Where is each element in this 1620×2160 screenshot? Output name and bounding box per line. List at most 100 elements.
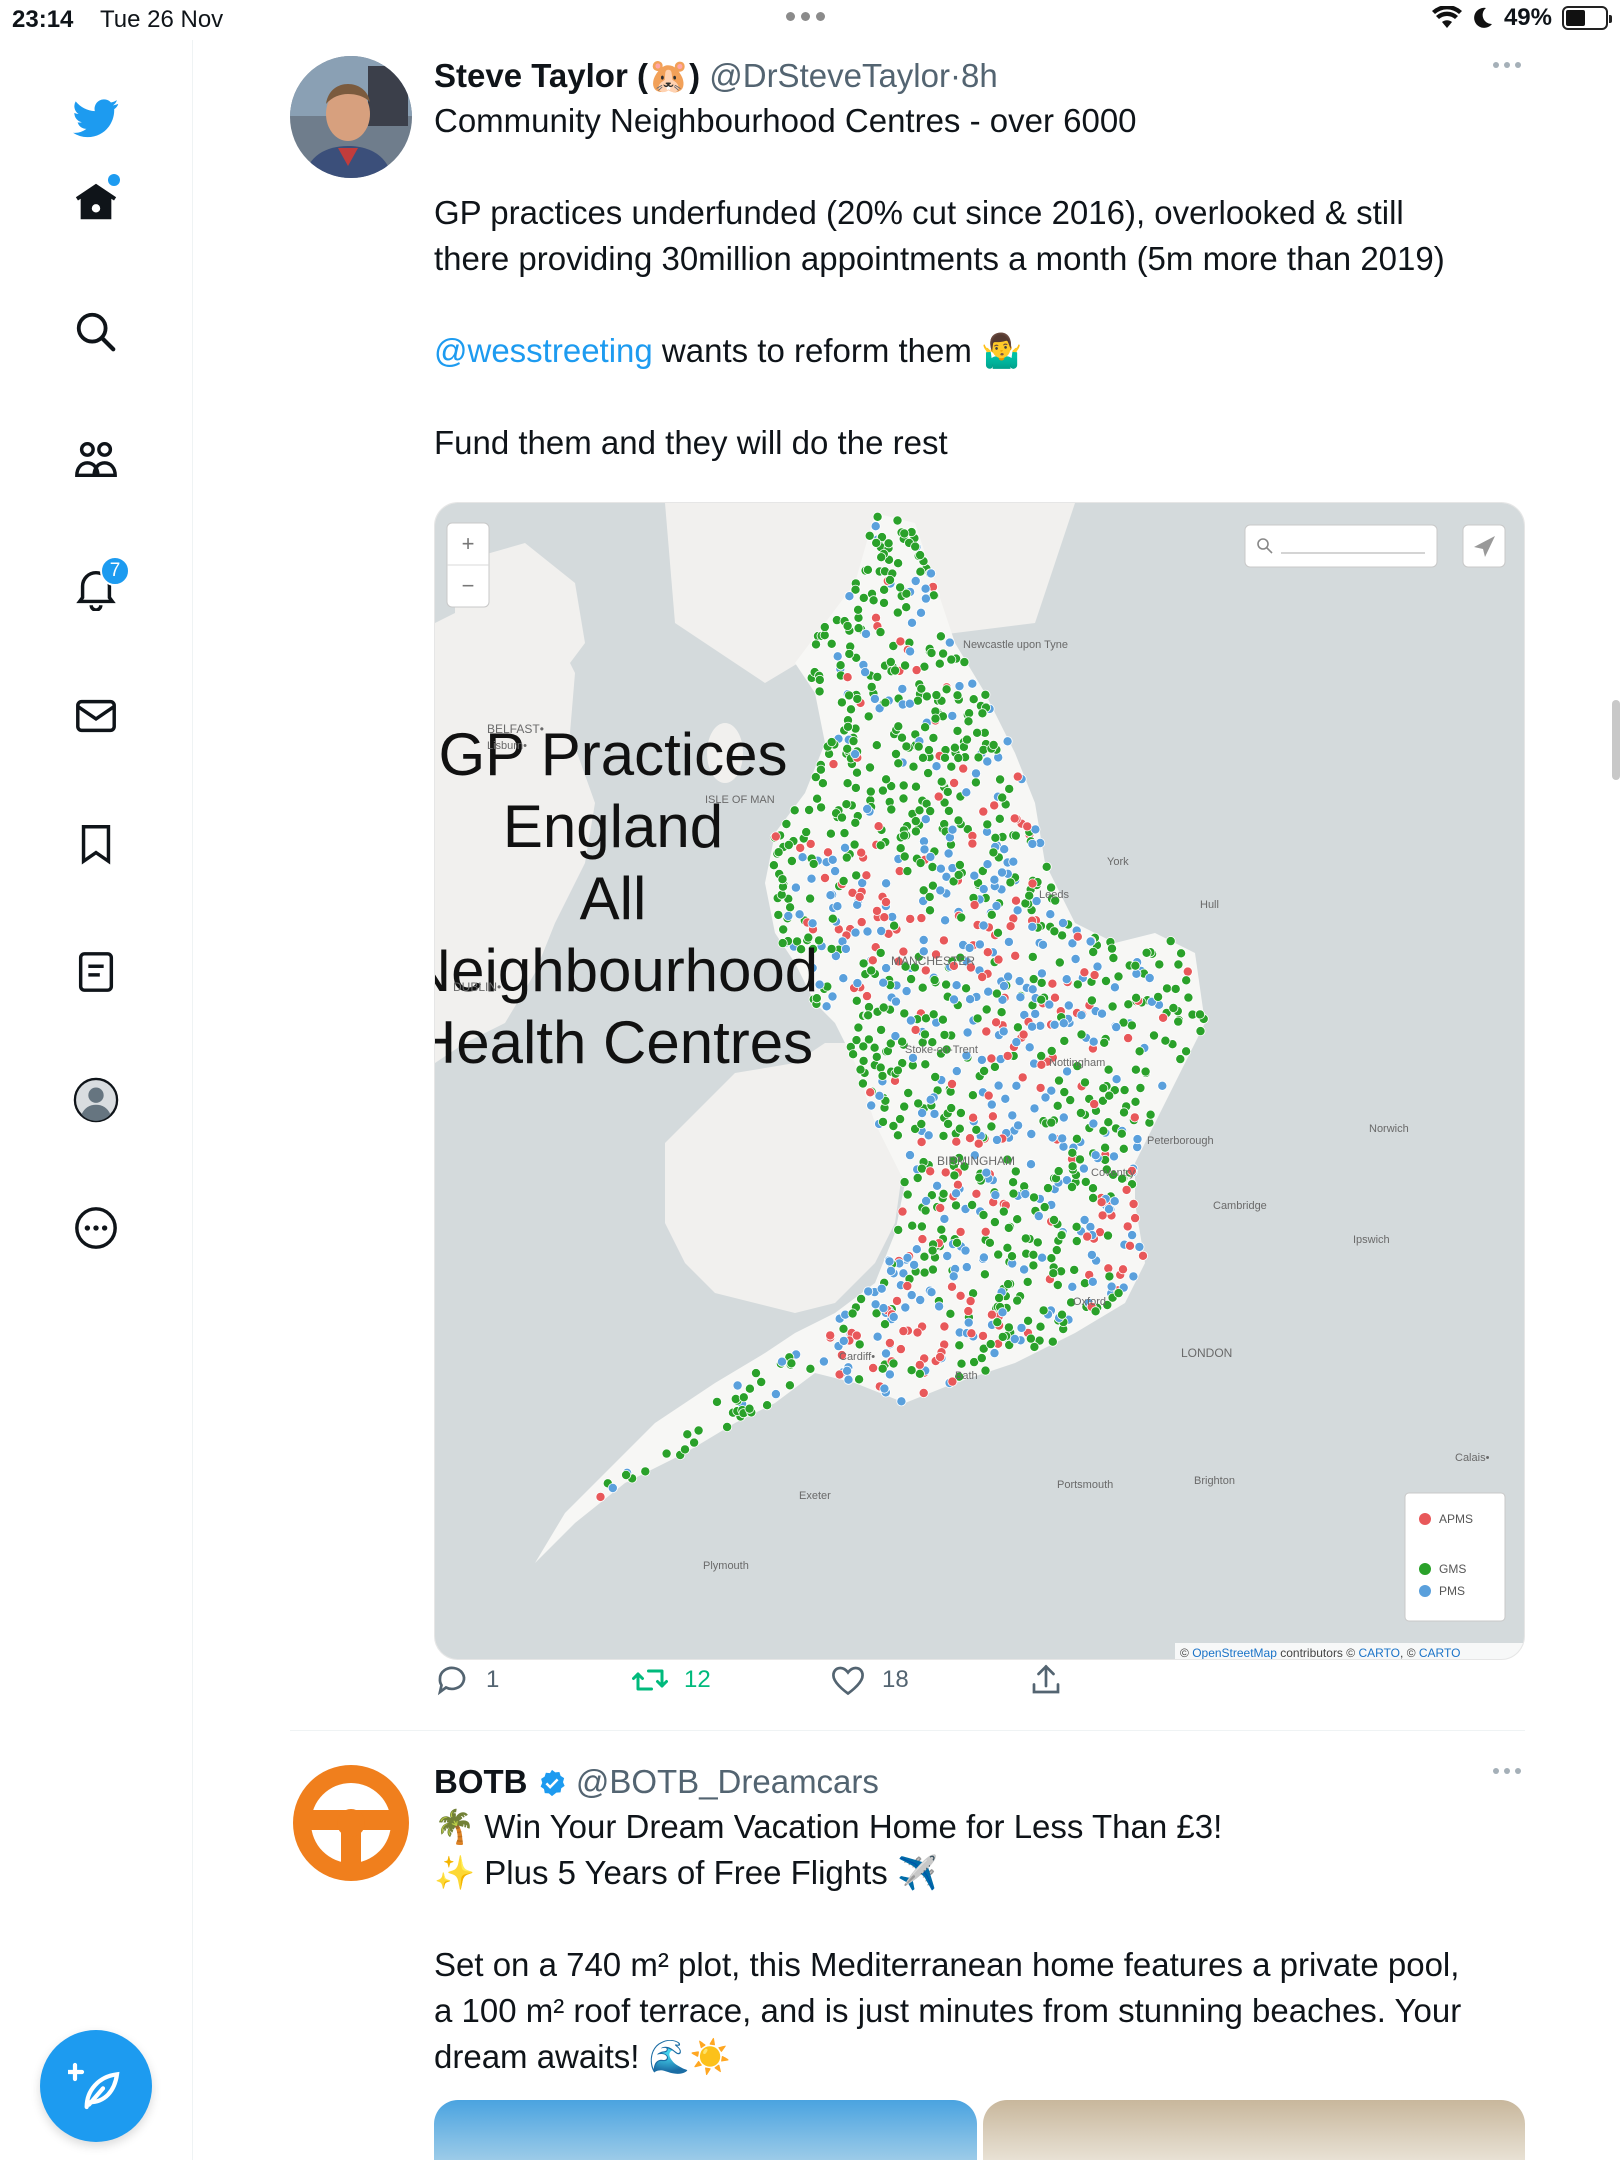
practice-dot bbox=[860, 667, 871, 678]
nav-lists-icon[interactable] bbox=[66, 942, 126, 1002]
map-search-control[interactable] bbox=[1244, 524, 1438, 568]
practice-dot bbox=[1059, 1035, 1070, 1046]
practice-dot bbox=[1007, 1251, 1018, 1262]
nav-search-icon[interactable] bbox=[66, 302, 126, 362]
practice-dot bbox=[899, 1008, 910, 1019]
zoom-in-button[interactable]: + bbox=[462, 531, 475, 556]
author-name[interactable]: BOTB bbox=[434, 1763, 528, 1800]
practice-dot bbox=[826, 737, 837, 748]
practice-dot bbox=[852, 693, 863, 704]
practice-dot bbox=[951, 1136, 962, 1147]
practice-dot bbox=[832, 651, 843, 662]
practice-dot bbox=[1106, 1281, 1117, 1292]
status-bar: 23:14 Tue 26 Nov 49% bbox=[0, 0, 1620, 40]
nav-communities-icon[interactable] bbox=[66, 430, 126, 490]
twitter-logo-icon[interactable] bbox=[66, 88, 126, 148]
practice-dot bbox=[952, 690, 963, 701]
practice-dot bbox=[1026, 1159, 1037, 1170]
tweet-time[interactable]: 8h bbox=[961, 57, 998, 94]
practice-dot bbox=[879, 1383, 890, 1394]
practice-dot bbox=[778, 924, 789, 935]
practice-dot bbox=[1173, 959, 1184, 970]
practice-dot bbox=[943, 848, 954, 859]
gallery-image[interactable] bbox=[982, 2100, 1525, 2160]
practice-dot bbox=[1015, 992, 1026, 1003]
like-button[interactable]: 18 bbox=[830, 1662, 909, 1698]
tweet[interactable]: Steve Taylor (🐹) @DrSteveTaylor·8h Commu… bbox=[290, 56, 1525, 1696]
practice-dot bbox=[992, 1317, 1003, 1328]
practice-dot bbox=[850, 749, 861, 760]
nav-profile-icon[interactable] bbox=[66, 1070, 126, 1130]
practice-dot bbox=[936, 776, 947, 787]
practice-dot bbox=[1123, 999, 1134, 1010]
practice-dot bbox=[895, 582, 906, 593]
zoom-out-button[interactable]: − bbox=[462, 573, 475, 598]
tweet-image-map[interactable]: GP Practices England All Neighbourhood H… bbox=[434, 502, 1525, 1660]
tweet[interactable]: BOTB @BOTB_Dreamcars 🌴 Win Your Dream Va… bbox=[290, 1762, 1525, 2160]
tweet-image-gallery[interactable] bbox=[434, 2100, 1525, 2160]
zoom-control[interactable]: + − bbox=[446, 522, 490, 608]
practice-dot bbox=[842, 743, 853, 754]
reply-button[interactable]: 1 bbox=[434, 1662, 499, 1698]
practice-dot bbox=[1039, 1202, 1050, 1213]
attribution-link[interactable]: CARTO bbox=[1358, 1646, 1400, 1660]
nav-notifications-icon[interactable]: 7 bbox=[66, 556, 130, 618]
practice-dot bbox=[1046, 1046, 1057, 1057]
scrollbar[interactable] bbox=[1612, 700, 1620, 780]
practice-dot bbox=[858, 958, 869, 969]
practice-dot bbox=[1029, 1103, 1040, 1114]
practice-dot bbox=[1075, 1154, 1086, 1165]
date: Tue 26 Nov bbox=[100, 6, 224, 33]
more-options-button[interactable] bbox=[1493, 62, 1521, 68]
heart-icon bbox=[832, 1666, 864, 1696]
practice-dot bbox=[875, 1062, 886, 1073]
more-options-button[interactable] bbox=[1493, 1768, 1521, 1774]
nav-more-icon[interactable] bbox=[66, 1198, 126, 1258]
practice-dot bbox=[1158, 1012, 1169, 1023]
attribution-link[interactable]: OpenStreetMap bbox=[1192, 1646, 1277, 1660]
practice-dot bbox=[1088, 946, 1099, 957]
author-emoji: 🐹 bbox=[647, 57, 690, 94]
locate-button[interactable] bbox=[1462, 524, 1506, 568]
practice-dot bbox=[863, 1002, 874, 1013]
practice-dot bbox=[995, 774, 1006, 785]
practice-dot bbox=[839, 828, 850, 839]
practice-dot bbox=[898, 1326, 909, 1337]
tweet-line: a 100 m² roof terrace, and is just minut… bbox=[434, 1992, 1462, 2029]
practice-dot bbox=[875, 627, 886, 638]
author-handle[interactable]: @BOTB_Dreamcars bbox=[576, 1763, 879, 1800]
practice-dot bbox=[1090, 1306, 1101, 1317]
gallery-image[interactable] bbox=[434, 2100, 977, 2160]
practice-dot bbox=[925, 806, 936, 817]
multitasking-dots-icon[interactable] bbox=[786, 12, 825, 21]
practice-dot bbox=[893, 558, 904, 569]
tweet-actions: 1 12 18 bbox=[434, 1662, 1434, 1702]
practice-dot bbox=[954, 1123, 965, 1134]
nav-messages-icon[interactable] bbox=[66, 686, 126, 746]
retweet-button[interactable]: 12 bbox=[632, 1662, 711, 1698]
practice-dot bbox=[827, 913, 838, 924]
avatar[interactable] bbox=[290, 1762, 412, 1884]
practice-dot bbox=[997, 1307, 1008, 1318]
practice-dot bbox=[1003, 971, 1014, 982]
author-name[interactable]: Steve Taylor ( bbox=[434, 57, 648, 94]
practice-dot bbox=[939, 1321, 950, 1332]
practice-dot bbox=[1033, 1211, 1044, 1222]
practice-dot bbox=[818, 1356, 829, 1367]
nav-bookmarks-icon[interactable] bbox=[66, 814, 126, 874]
compose-tweet-button[interactable] bbox=[40, 2030, 152, 2142]
author-handle[interactable]: @DrSteveTaylor bbox=[709, 57, 950, 94]
practice-dot bbox=[881, 963, 892, 974]
practice-dot bbox=[1002, 1242, 1013, 1253]
practice-dot bbox=[830, 866, 841, 877]
practice-dot bbox=[1000, 1093, 1011, 1104]
attribution-link[interactable]: CARTO bbox=[1419, 1646, 1461, 1660]
avatar[interactable] bbox=[290, 56, 412, 178]
share-button[interactable] bbox=[1028, 1662, 1064, 1698]
practice-dot bbox=[1028, 1249, 1039, 1260]
practice-dot bbox=[909, 1259, 920, 1270]
practice-dot bbox=[1037, 1252, 1048, 1263]
mention-link[interactable]: @wesstreeting bbox=[434, 332, 653, 369]
nav-home-icon[interactable] bbox=[66, 172, 126, 232]
practice-dot bbox=[783, 839, 794, 850]
